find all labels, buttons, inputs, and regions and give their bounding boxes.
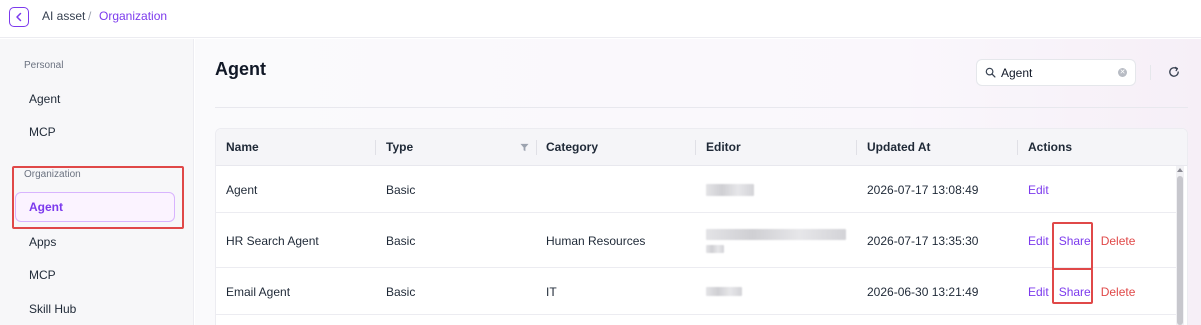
breadcrumb-root[interactable]: AI asset bbox=[42, 9, 85, 23]
cell-updated-at: 2026-07-17 13:08:49 bbox=[867, 182, 979, 197]
cell-updated-at: 2026-06-30 13:21:49 bbox=[867, 284, 979, 299]
sidebar-item-personal-agent[interactable]: Agent bbox=[15, 84, 175, 114]
column-header-name[interactable]: Name bbox=[216, 129, 259, 166]
sidebar-item-org-agent[interactable]: Agent bbox=[15, 192, 175, 222]
breadcrumb-separator: / bbox=[88, 9, 92, 23]
search-icon bbox=[985, 67, 996, 78]
table-row: Email Agent Basic IT 2026-06-30 13:21:49… bbox=[216, 269, 1178, 315]
sidebar-item-org-apps[interactable]: Apps bbox=[15, 227, 175, 257]
table-header: Name Type Category Editor Updated At Act… bbox=[216, 129, 1187, 166]
sidebar-item-org-mcp[interactable]: MCP bbox=[15, 260, 175, 290]
page-title: Agent bbox=[215, 59, 266, 79]
filter-icon[interactable] bbox=[520, 143, 529, 152]
cell-editor bbox=[696, 269, 742, 314]
cell-editor bbox=[696, 167, 754, 212]
refresh-icon[interactable] bbox=[1167, 65, 1181, 79]
cell-type: Basic bbox=[386, 284, 416, 299]
cell-category: Human Resources bbox=[546, 233, 646, 248]
redacted-editor bbox=[706, 244, 724, 253]
cell-name: HR Search Agent bbox=[226, 233, 319, 248]
cell-category bbox=[536, 167, 546, 212]
breadcrumb-current: Organization bbox=[99, 9, 168, 23]
clear-icon[interactable]: ✕ bbox=[1118, 68, 1127, 77]
chevron-left-icon bbox=[16, 12, 22, 22]
edit-button[interactable]: Edit bbox=[1028, 183, 1049, 197]
cell-category: IT bbox=[546, 284, 557, 299]
cell-type: Basic bbox=[386, 182, 416, 197]
share-button[interactable]: Share bbox=[1059, 285, 1091, 299]
edit-button[interactable]: Edit bbox=[1028, 285, 1049, 299]
toolbar-divider bbox=[1150, 65, 1151, 80]
cell-editor bbox=[696, 214, 846, 267]
column-header-type[interactable]: Type bbox=[376, 129, 413, 166]
sidebar-item-personal-mcp[interactable]: MCP bbox=[15, 117, 175, 147]
cell-actions: Edit Share Delete bbox=[1018, 214, 1145, 267]
redacted-editor bbox=[706, 287, 742, 296]
share-button[interactable]: Share bbox=[1059, 234, 1091, 248]
table-row: HR Search Agent Basic Human Resources 20… bbox=[216, 214, 1178, 268]
header-divider bbox=[215, 107, 1188, 108]
column-header-editor[interactable]: Editor bbox=[696, 129, 741, 166]
column-header-updated-at[interactable]: Updated At bbox=[857, 129, 931, 166]
cell-actions: Edit bbox=[1018, 167, 1059, 212]
search-input[interactable] bbox=[1001, 65, 1111, 80]
sidebar-item-org-skill-hub[interactable]: Skill Hub bbox=[15, 294, 175, 324]
agent-table: Name Type Category Editor Updated At Act… bbox=[215, 128, 1188, 325]
scroll-up-icon[interactable] bbox=[1177, 168, 1183, 172]
cell-name: Email Agent bbox=[226, 284, 291, 299]
redacted-editor bbox=[706, 183, 754, 196]
table-row: Agent Basic 2026-07-17 13:08:49 Edit bbox=[216, 167, 1178, 213]
scrollbar-thumb[interactable] bbox=[1177, 176, 1183, 325]
search-box[interactable]: ✕ bbox=[976, 59, 1136, 86]
top-bar: AI asset / Organization bbox=[0, 0, 1201, 38]
section-label-personal: Personal bbox=[24, 60, 64, 71]
redacted-editor bbox=[706, 228, 846, 240]
column-header-category[interactable]: Category bbox=[536, 129, 598, 166]
delete-button[interactable]: Delete bbox=[1101, 285, 1136, 299]
sidebar: Personal Agent MCP Organization Agent Ap… bbox=[0, 39, 194, 325]
section-label-organization: Organization bbox=[24, 169, 81, 180]
cell-type: Basic bbox=[386, 233, 416, 248]
delete-button[interactable]: Delete bbox=[1101, 234, 1136, 248]
edit-button[interactable]: Edit bbox=[1028, 234, 1049, 248]
cell-updated-at: 2026-07-17 13:35:30 bbox=[867, 233, 979, 248]
main-content: Agent ✕ Name Type Category Editor Update… bbox=[195, 39, 1201, 325]
back-button[interactable] bbox=[9, 7, 29, 27]
column-header-actions: Actions bbox=[1028, 140, 1073, 154]
cell-actions: Edit Share Delete bbox=[1018, 269, 1145, 314]
cell-name: Agent bbox=[226, 182, 258, 197]
